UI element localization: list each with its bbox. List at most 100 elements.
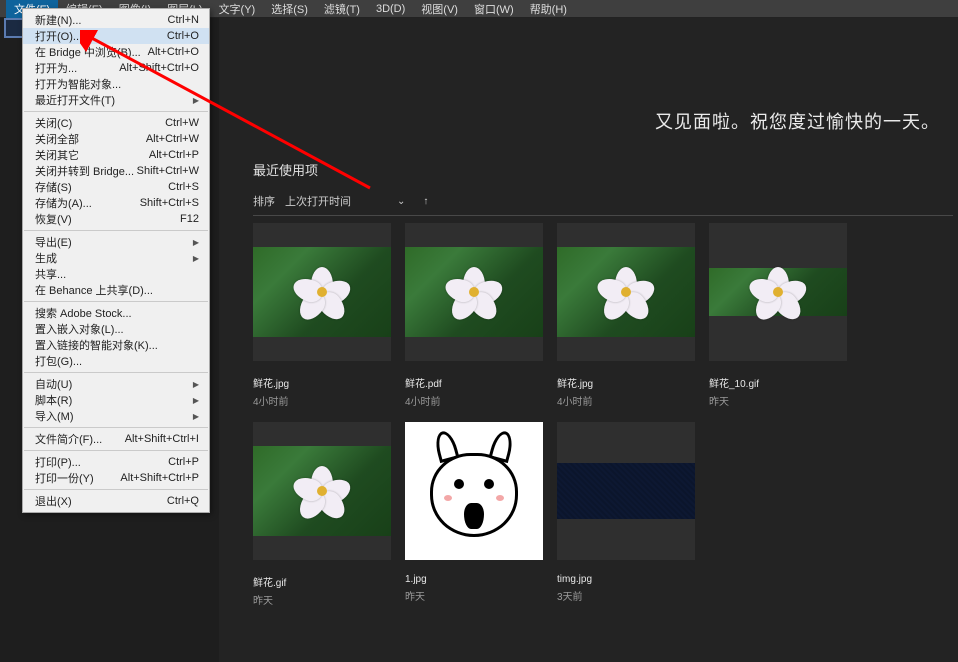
menu-item-label: 退出(X): [35, 493, 72, 509]
recent-file-card[interactable]: 鲜花.gif 昨天: [253, 422, 391, 607]
menu-item-shortcut: F12: [180, 213, 199, 225]
menu-item-shortcut: Ctrl+W: [165, 117, 199, 129]
submenu-arrow-icon: [193, 410, 199, 422]
menu-item-label: 打印(P)...: [35, 454, 81, 470]
menu-item[interactable]: 打开为智能对象...: [23, 76, 209, 92]
home-content: 又见面啦。祝您度过愉快的一天。 最近使用项 排序 上次打开时间 ⌄ ↑ 鲜花.j…: [219, 18, 958, 662]
file-name: 1.jpg: [405, 574, 543, 585]
recent-file-card[interactable]: 鲜花.jpg4小时前: [253, 223, 391, 408]
menu-item[interactable]: 搜索 Adobe Stock...: [23, 305, 209, 321]
file-thumbnail: [253, 422, 391, 560]
menu-item[interactable]: 在 Behance 上共享(D)...: [23, 282, 209, 298]
file-timestamp: 昨天: [405, 588, 543, 603]
menu-item-shortcut: Ctrl+N: [168, 14, 199, 26]
menu-item-label: 新建(N)...: [35, 12, 81, 28]
menu-item[interactable]: 打包(G)...: [23, 353, 209, 369]
menu-separator: [24, 427, 208, 428]
menu-item-label: 导入(M): [35, 408, 74, 424]
menu-item[interactable]: 存储(S)Ctrl+S: [23, 179, 209, 195]
file-thumbnail: [405, 422, 543, 560]
file-menu-dropdown: 新建(N)... Ctrl+N 打开(O)...Ctrl+O在 Bridge 中浏览…: [22, 8, 210, 513]
menu-separator: [24, 230, 208, 231]
recent-file-card[interactable]: 1.jpg 昨天: [405, 422, 543, 607]
sort-bar: 排序 上次打开时间 ⌄ ↑: [253, 193, 953, 216]
file-timestamp: 3天前: [557, 588, 695, 603]
menu-item[interactable]: 滤镜(T): [316, 0, 368, 19]
file-timestamp: 昨天: [709, 393, 847, 408]
chevron-down-icon[interactable]: ⌄: [397, 196, 405, 207]
menu-item-shortcut: Shift+Ctrl+S: [140, 197, 199, 209]
menu-item-label: 置入链接的智能对象(K)...: [35, 337, 158, 353]
menu-item[interactable]: 打印(P)... Ctrl+P: [23, 454, 209, 470]
menu-item[interactable]: 打开(O)...Ctrl+O: [23, 28, 209, 44]
file-name: timg.jpg: [557, 574, 695, 585]
menu-item-label: 关闭并转到 Bridge...: [35, 163, 134, 179]
greeting-text: 又见面啦。祝您度过愉快的一天。: [655, 108, 940, 134]
menu-item-shortcut: Alt+Ctrl+P: [149, 149, 199, 161]
menu-item-shortcut: Alt+Ctrl+W: [146, 133, 199, 145]
menu-separator: [24, 372, 208, 373]
menu-item-shortcut: Ctrl+S: [168, 181, 199, 193]
menu-item[interactable]: 文件简介(F)...Alt+Shift+Ctrl+I: [23, 431, 209, 447]
recent-file-card[interactable]: 鲜花_10.gif昨天: [709, 223, 847, 408]
file-name: 鲜花.gif: [253, 574, 391, 589]
menu-item-label: 搜索 Adobe Stock...: [35, 305, 132, 321]
file-thumbnail: [557, 422, 695, 560]
menu-item[interactable]: 视图(V): [413, 0, 466, 19]
menu-item[interactable]: 脚本(R): [23, 392, 209, 408]
menu-item[interactable]: 打印一份(Y)Alt+Shift+Ctrl+P: [23, 470, 209, 486]
menu-item[interactable]: 新建(N)... Ctrl+N: [23, 12, 209, 28]
menu-item-label: 存储为(A)...: [35, 195, 92, 211]
menu-item[interactable]: 自动(U): [23, 376, 209, 392]
menu-separator: [24, 450, 208, 451]
menu-item[interactable]: 最近打开文件(T): [23, 92, 209, 108]
menu-item[interactable]: 存储为(A)... Shift+Ctrl+S: [23, 195, 209, 211]
menu-item-shortcut: Ctrl+P: [168, 456, 199, 468]
menu-item[interactable]: 3D(D): [368, 1, 413, 17]
menu-item[interactable]: 置入链接的智能对象(K)...: [23, 337, 209, 353]
recent-file-card[interactable]: timg.jpg 3天前: [557, 422, 695, 607]
menu-item-label: 关闭全部: [35, 131, 79, 147]
menu-item-label: 置入嵌入对象(L)...: [35, 321, 124, 337]
menu-item[interactable]: 关闭(C)Ctrl+W: [23, 115, 209, 131]
recent-file-card[interactable]: 鲜花.jpg4小时前: [557, 223, 695, 408]
menu-item-shortcut: Alt+Shift+Ctrl+P: [120, 472, 199, 484]
file-timestamp: 4小时前: [405, 393, 543, 408]
menu-item[interactable]: 帮助(H): [522, 0, 575, 19]
menu-item[interactable]: 关闭其它 Alt+Ctrl+P: [23, 147, 209, 163]
menu-item-label: 导出(E): [35, 234, 72, 250]
sort-direction-icon[interactable]: ↑: [423, 196, 428, 207]
file-timestamp: 4小时前: [557, 393, 695, 408]
menu-item-label: 在 Bridge 中浏览(B)...: [35, 44, 141, 60]
menu-item[interactable]: 打开为...Alt+Shift+Ctrl+O: [23, 60, 209, 76]
file-timestamp: 昨天: [253, 592, 391, 607]
menu-item[interactable]: 关闭并转到 Bridge...Shift+Ctrl+W: [23, 163, 209, 179]
submenu-arrow-icon: [193, 252, 199, 264]
menu-item[interactable]: 退出(X)Ctrl+Q: [23, 493, 209, 509]
menu-item[interactable]: 恢复(V) F12: [23, 211, 209, 227]
menu-item[interactable]: 生成: [23, 250, 209, 266]
submenu-arrow-icon: [193, 394, 199, 406]
file-thumbnail: [253, 223, 391, 361]
menu-item[interactable]: 导入(M): [23, 408, 209, 424]
menu-item[interactable]: 共享...: [23, 266, 209, 282]
menu-item[interactable]: 窗口(W): [466, 0, 522, 19]
app-logo: [4, 18, 24, 38]
menu-item-label: 恢复(V): [35, 211, 72, 227]
menu-item[interactable]: 选择(S): [263, 0, 316, 19]
menu-item[interactable]: 文字(Y): [211, 0, 264, 19]
menu-separator: [24, 301, 208, 302]
menu-item-shortcut: Alt+Ctrl+O: [148, 46, 199, 58]
file-thumbnail: [709, 223, 847, 361]
menu-item[interactable]: 在 Bridge 中浏览(B)... Alt+Ctrl+O: [23, 44, 209, 60]
menu-item[interactable]: 导出(E): [23, 234, 209, 250]
menu-item[interactable]: 关闭全部 Alt+Ctrl+W: [23, 131, 209, 147]
sort-label: 排序: [253, 193, 275, 209]
menu-item-label: 生成: [35, 250, 57, 266]
sort-value[interactable]: 上次打开时间: [285, 193, 351, 209]
menu-item[interactable]: 置入嵌入对象(L)...: [23, 321, 209, 337]
recent-file-card[interactable]: 鲜花.pdf4小时前: [405, 223, 543, 408]
menu-item-label: 在 Behance 上共享(D)...: [35, 282, 153, 298]
menu-item-label: 共享...: [35, 266, 66, 282]
menu-item-label: 关闭其它: [35, 147, 79, 163]
